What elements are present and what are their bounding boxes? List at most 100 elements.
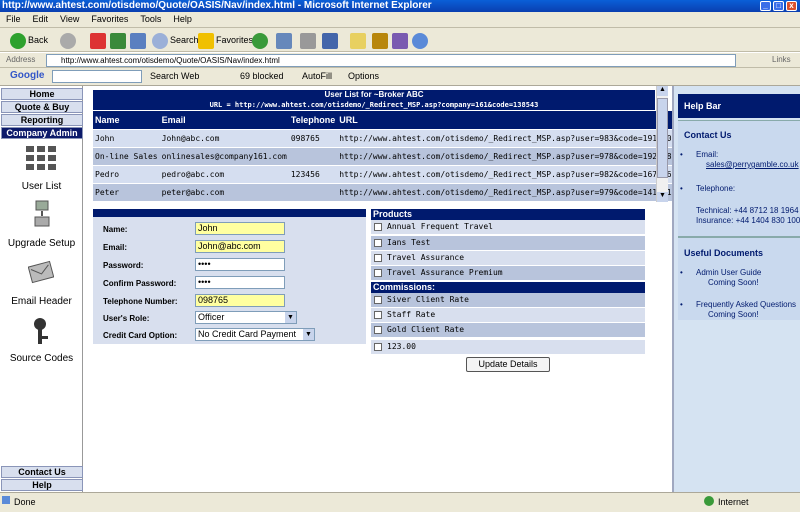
edit-button[interactable] [322, 31, 340, 49]
product-checkbox[interactable] [374, 223, 382, 231]
bullet-icon: • [680, 268, 683, 277]
menu-view[interactable]: View [54, 12, 85, 24]
nav-user-list[interactable]: User List [0, 181, 83, 192]
password-field[interactable]: •••• [195, 258, 285, 271]
star-icon [198, 32, 214, 49]
nav-reporting[interactable]: Reporting [1, 114, 83, 126]
nav-quote-buy[interactable]: Quote & Buy [1, 101, 83, 113]
home-button[interactable] [130, 31, 148, 49]
mail-button[interactable] [276, 31, 294, 49]
refresh-button[interactable] [110, 31, 128, 49]
upgrade-setup-icon[interactable] [32, 200, 52, 228]
messenger-icon [392, 32, 408, 49]
print-button[interactable] [300, 31, 318, 49]
discuss-button[interactable] [350, 31, 368, 49]
book-icon [372, 32, 388, 49]
nav-email-header[interactable]: Email Header [0, 296, 83, 307]
user-list-scrollbar[interactable]: ▲ ▼ [656, 86, 668, 202]
address-input[interactable]: http://www.ahtest.com/otisdemo/Quote/OAS… [46, 54, 736, 67]
globe-icon [704, 496, 714, 506]
popup-blocker-button[interactable]: 69 blocked [240, 71, 284, 81]
table-row[interactable]: Pedro pedro@abc.com 123456 http://www.ah… [93, 165, 707, 184]
menu-tools[interactable]: Tools [134, 12, 167, 24]
chevron-down-icon[interactable]: ▼ [285, 312, 296, 323]
commission-checkbox[interactable] [374, 311, 382, 319]
options-button[interactable]: Options [348, 71, 379, 81]
address-label: Address [6, 55, 36, 64]
maximize-button[interactable]: □ [773, 1, 784, 11]
source-codes-icon[interactable] [28, 316, 54, 346]
user-telephone [288, 183, 338, 202]
product-checkbox[interactable] [374, 254, 382, 262]
admin-guide-link[interactable]: Admin User Guide [696, 268, 761, 277]
menu-favorites[interactable]: Favorites [85, 12, 134, 24]
minimize-button[interactable]: _ [760, 1, 771, 11]
menu-edit[interactable]: Edit [27, 12, 55, 24]
email-field[interactable]: John@abc.com [195, 240, 285, 253]
search-button[interactable]: Search [152, 31, 199, 49]
user-url: http://www.ahtest.com/otisdemo/_Redirect… [337, 183, 674, 202]
email-header-icon[interactable] [27, 258, 55, 284]
google-logo[interactable]: Google [10, 70, 44, 81]
extra-button[interactable] [412, 31, 430, 49]
commission-item[interactable]: Gold Client Rate [371, 323, 645, 337]
forward-button[interactable] [60, 31, 78, 49]
role-select[interactable]: Officer ▼ [195, 311, 297, 324]
product-checkbox[interactable] [374, 269, 382, 277]
nav-source-codes[interactable]: Source Codes [0, 353, 83, 364]
stop-button[interactable] [90, 31, 108, 49]
scroll-up-icon[interactable]: ▲ [657, 86, 668, 96]
menu-help[interactable]: Help [167, 12, 198, 24]
column-header-url: URL [337, 111, 674, 130]
menu-file[interactable]: File [0, 12, 27, 24]
product-item[interactable]: Travel Assurance [371, 251, 645, 265]
search-web-button[interactable]: Search Web [150, 71, 199, 81]
nav-contact-us[interactable]: Contact Us [1, 466, 83, 478]
table-row[interactable]: Peter peter@abc.com http://www.ahtest.co… [93, 183, 707, 202]
credit-card-label: Credit Card Option: [103, 331, 178, 340]
favorites-button[interactable]: Favorites [198, 31, 253, 49]
commission-item[interactable]: Siver Client Rate [371, 293, 645, 307]
faq-status: Coming Soon! [708, 310, 759, 319]
commission-item[interactable]: 123.00 [371, 340, 645, 354]
update-details-button[interactable]: Update Details [466, 357, 550, 372]
nav-help[interactable]: Help [1, 479, 83, 491]
nav-home[interactable]: Home [1, 88, 83, 100]
product-item[interactable]: Ians Test [371, 236, 645, 250]
close-button[interactable]: x [786, 1, 797, 11]
commission-item[interactable]: Staff Rate [371, 308, 645, 322]
menu-bar: File Edit View Favorites Tools Help [0, 12, 800, 28]
user-list-icon[interactable] [24, 144, 58, 174]
autofill-button[interactable]: AutoFill [302, 71, 332, 81]
google-search-input[interactable] [52, 70, 142, 83]
credit-card-select[interactable]: No Credit Card Payment ▼ [195, 328, 315, 341]
commission-checkbox[interactable] [374, 326, 382, 334]
links-label[interactable]: Links [772, 55, 791, 64]
commission-checkbox[interactable] [374, 343, 382, 351]
name-field[interactable]: John [195, 222, 285, 235]
chevron-down-icon[interactable]: ▼ [303, 329, 314, 340]
table-row[interactable]: On-line Sales onlinesales@company161.com… [93, 147, 707, 166]
telephone-field[interactable]: 098765 [195, 294, 285, 307]
history-button[interactable] [252, 31, 270, 49]
table-row[interactable]: John John@abc.com 098765 http://www.ahte… [93, 129, 707, 148]
forward-arrow-icon [60, 32, 76, 49]
messenger-button[interactable] [392, 31, 410, 49]
scroll-down-icon[interactable]: ▼ [657, 192, 668, 202]
bullet-icon: • [680, 150, 683, 159]
user-email: John@abc.com [159, 129, 289, 148]
email-link[interactable]: sales@perrygamble.co.uk [706, 160, 799, 169]
telephone-label: Telephone Number: [103, 297, 178, 306]
scroll-thumb[interactable] [657, 98, 668, 178]
product-item[interactable]: Travel Assurance Premium [371, 266, 645, 280]
commission-checkbox[interactable] [374, 296, 382, 304]
faq-link[interactable]: Frequently Asked Questions [696, 300, 796, 309]
nav-upgrade-setup[interactable]: Upgrade Setup [0, 238, 83, 249]
research-button[interactable] [372, 31, 390, 49]
confirm-password-field[interactable]: •••• [195, 276, 285, 289]
product-item[interactable]: Annual Frequent Travel [371, 220, 645, 234]
search-icon [152, 32, 168, 49]
nav-company-admin[interactable]: Company Admin [1, 127, 83, 139]
back-button[interactable]: Back [10, 31, 48, 49]
product-checkbox[interactable] [374, 239, 382, 247]
